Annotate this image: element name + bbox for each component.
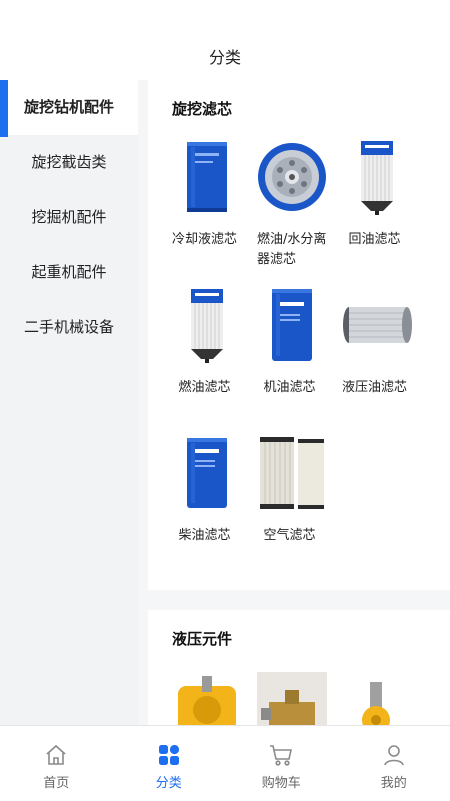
section-rotary-filters: 旋挖滤芯 冷却液滤芯 xyxy=(148,80,450,590)
product-item-hydraulic-1[interactable] xyxy=(164,662,249,725)
product-image-yellow-cylinder-end xyxy=(337,662,417,725)
sidebar-item-rotary-drill-parts[interactable]: 旋挖钻机配件 xyxy=(0,80,138,135)
product-label: 燃油滤芯 xyxy=(164,378,249,418)
tab-category[interactable]: 分类 xyxy=(113,726,226,801)
sidebar-item-rotary-teeth[interactable]: 旋挖截齿类 xyxy=(0,135,138,190)
tab-cart[interactable]: 购物车 xyxy=(225,726,338,801)
product-image-spin-on-filter-top xyxy=(252,132,332,222)
product-item-hydraulic-3[interactable] xyxy=(334,662,419,725)
section-title: 液压元件 xyxy=(148,628,450,652)
top-header: 分类 xyxy=(0,0,450,80)
category-content: 旋挖滤芯 冷却液滤芯 xyxy=(148,80,450,725)
product-item-diesel-filter[interactable]: 柴油滤芯 xyxy=(164,428,249,566)
product-label: 冷却液滤芯 xyxy=(164,230,249,270)
tab-label: 首页 xyxy=(0,772,113,791)
home-icon xyxy=(0,742,113,768)
product-item-fuel-filter[interactable]: 燃油滤芯 xyxy=(164,280,249,418)
bottom-tab-bar: 首页 分类 购物车 我的 xyxy=(0,725,450,801)
sidebar-item-used-machinery[interactable]: 二手机械设备 xyxy=(0,300,138,355)
product-item-hydraulic-2[interactable] xyxy=(249,662,334,725)
product-item-fuel-water-separator[interactable]: 燃油/水分离器滤芯 xyxy=(249,132,334,270)
product-image-blue-canister-filter xyxy=(252,280,332,370)
product-label: 液压油滤芯 xyxy=(334,378,419,418)
sidebar-item-excavator-parts[interactable]: 挖掘机配件 xyxy=(0,190,138,245)
section-title: 旋挖滤芯 xyxy=(148,98,450,122)
product-item-engine-oil-filter[interactable]: 机油滤芯 xyxy=(249,280,334,418)
category-icon xyxy=(113,742,226,768)
product-label: 机油滤芯 xyxy=(249,378,334,418)
tab-label: 购物车 xyxy=(225,772,338,791)
product-image-white-element-filter xyxy=(167,280,247,370)
product-label: 柴油滤芯 xyxy=(164,526,249,566)
tab-label: 我的 xyxy=(338,772,450,791)
product-item-coolant-filter[interactable]: 冷却液滤芯 xyxy=(164,132,249,270)
product-grid xyxy=(148,662,450,725)
product-image-yellow-hydraulic-motor xyxy=(167,662,247,725)
product-image-brass-valve-fitting xyxy=(252,662,332,725)
product-label: 回油滤芯 xyxy=(334,230,419,270)
profile-icon xyxy=(338,742,450,768)
sidebar-item-crane-parts[interactable]: 起重机配件 xyxy=(0,245,138,300)
product-image-blue-canister-filter xyxy=(167,132,247,222)
tab-profile[interactable]: 我的 xyxy=(338,726,450,801)
product-image-blue-canister-filter xyxy=(167,428,247,518)
tab-home[interactable]: 首页 xyxy=(0,726,113,801)
section-hydraulic-components: 液压元件 xyxy=(148,610,450,725)
cart-icon xyxy=(225,742,338,768)
product-label: 空气滤芯 xyxy=(249,526,334,566)
product-item-hydraulic-oil-filter[interactable]: 液压油滤芯 xyxy=(334,280,419,418)
product-item-air-filter[interactable]: 空气滤芯 xyxy=(249,428,334,566)
product-item-return-oil-filter[interactable]: 回油滤芯 xyxy=(334,132,419,270)
category-sidebar: 旋挖钻机配件 旋挖截齿类 挖掘机配件 起重机配件 二手机械设备 xyxy=(0,80,138,725)
product-label: 燃油/水分离器滤芯 xyxy=(249,230,334,270)
tab-label: 分类 xyxy=(113,772,226,791)
product-grid: 冷却液滤芯 xyxy=(148,132,450,576)
page-title: 分类 xyxy=(0,44,450,68)
product-image-air-filter-pair xyxy=(252,428,332,518)
product-image-white-element-filter xyxy=(337,132,417,222)
product-image-horizontal-mesh-element xyxy=(337,280,417,370)
